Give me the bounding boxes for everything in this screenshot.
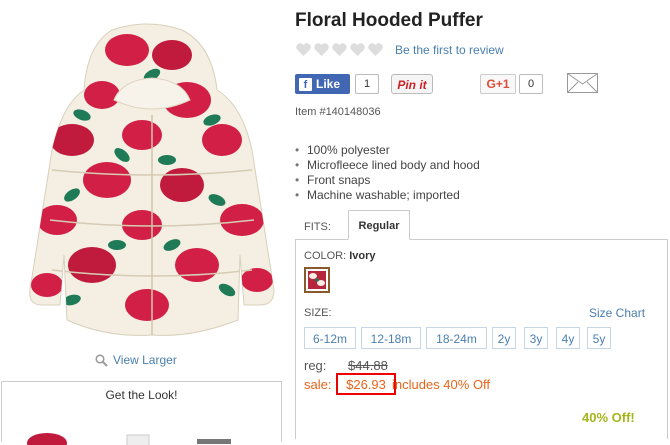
size-option-6-12m[interactable]: 6-12m [304,327,356,349]
view-larger-link[interactable]: View Larger [95,353,177,367]
google-plus-button[interactable]: G+1 [480,74,516,94]
color-label-text: COLOR: [304,250,347,262]
item-number: Item #140148036 [295,106,381,118]
feature-item: 100% polyester [295,143,480,158]
size-option-18-24m[interactable]: 18-24m [426,327,487,349]
rating-hearts[interactable] [295,42,384,57]
product-image[interactable] [12,20,282,345]
tab-regular[interactable]: Regular [348,210,410,240]
sale-price: $26.93 [336,373,396,395]
get-the-look-title: Get the Look! [105,388,178,402]
fits-label: FITS: [304,221,331,233]
google-plus-count: 0 [519,74,543,94]
color-label: COLOR: Ivory [304,250,376,262]
heart-icon [296,43,311,56]
size-label: SIZE: [304,307,332,319]
size-chart-link[interactable]: Size Chart [589,306,645,320]
heart-icon [350,43,365,56]
heart-icon [314,43,329,56]
product-features: 100% polyester Microfleece lined body an… [295,143,480,203]
swatch-pattern [309,273,325,286]
sale-discount-note: includes 40% Off [392,377,491,392]
view-larger-label: View Larger [113,353,177,367]
color-swatch-ivory[interactable] [304,267,330,293]
facebook-like-button[interactable]: f Like [295,74,350,94]
regular-price: $44.88 [348,358,388,373]
email-icon[interactable] [567,73,598,93]
size-option-12-18m[interactable]: 12-18m [361,327,421,349]
product-title: Floral Hooded Puffer [295,10,483,31]
feature-item: Front snaps [295,173,480,188]
discount-badge: 40% Off! [582,410,635,425]
facebook-like-label: Like [316,77,341,91]
magnifier-icon [95,353,108,367]
get-the-look-thumbnails[interactable] [2,415,281,445]
size-option-2y[interactable]: 2y [492,327,516,349]
facebook-like-count: 1 [355,74,379,94]
heart-icon [368,43,383,56]
sale-price-label: sale: [304,377,332,392]
write-review-link[interactable]: Be the first to review [395,43,504,57]
facebook-icon: f [299,77,312,91]
size-option-4y[interactable]: 4y [556,327,580,349]
pinterest-button[interactable]: Pin it [391,74,433,94]
size-option-5y[interactable]: 5y [587,327,611,349]
heart-icon [332,43,347,56]
size-option-3y[interactable]: 3y [524,327,548,349]
regular-price-line: reg: $44.88 [304,358,388,373]
feature-item: Microfleece lined body and hood [295,158,480,173]
regular-price-label: reg: [304,358,327,373]
feature-item: Machine washable; imported [295,188,480,203]
selected-color: Ivory [349,250,376,262]
